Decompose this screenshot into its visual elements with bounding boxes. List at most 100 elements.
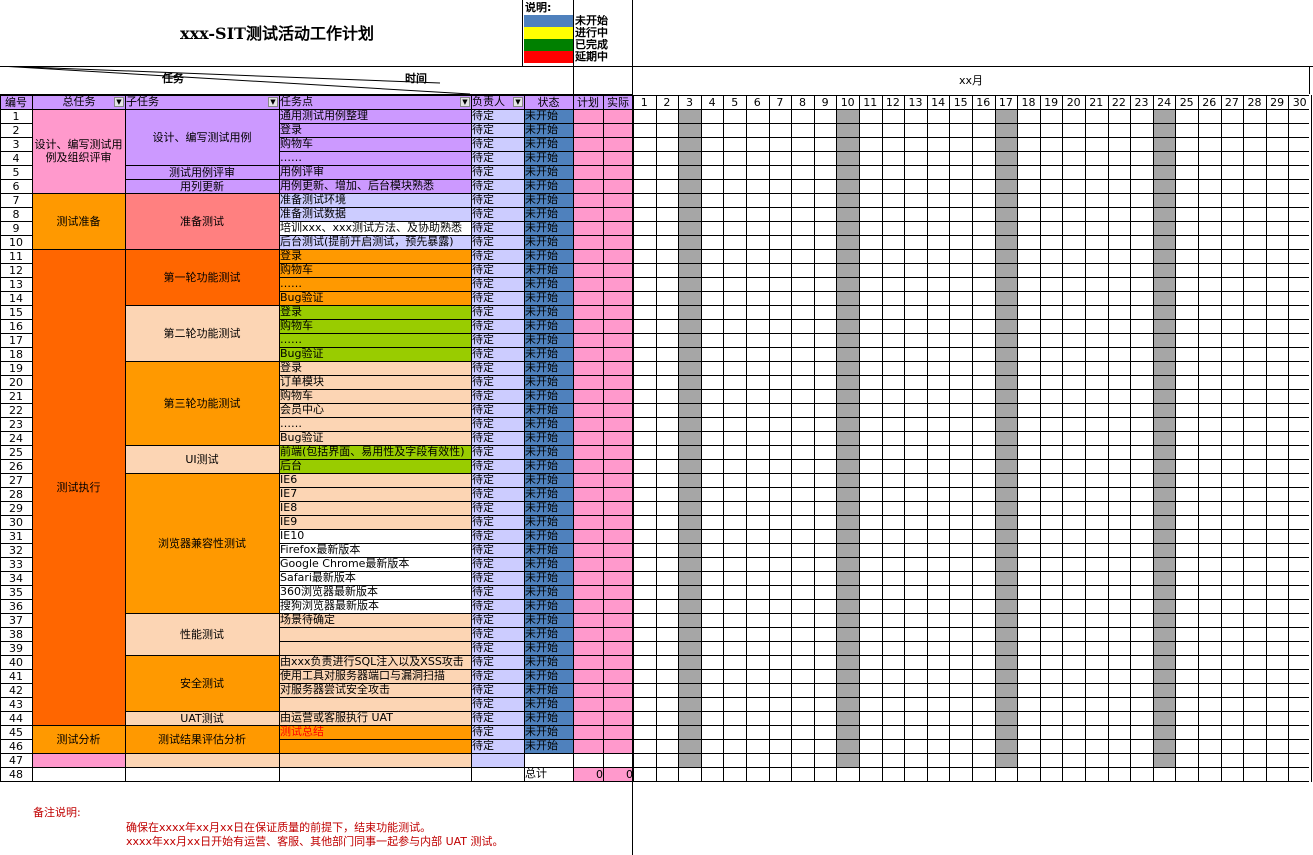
- filter-dropdown-icon[interactable]: ▼: [114, 97, 124, 107]
- plan-cell[interactable]: [573, 319, 603, 333]
- owner-cell[interactable]: 待定: [471, 305, 524, 319]
- plan-cell[interactable]: [573, 137, 603, 151]
- actual-cell[interactable]: [603, 263, 633, 277]
- task-point-cell[interactable]: 会员中心: [279, 403, 471, 417]
- plan-cell[interactable]: [573, 221, 603, 235]
- owner-cell[interactable]: 待定: [471, 109, 524, 123]
- plan-cell[interactable]: [573, 431, 603, 445]
- task-point-cell[interactable]: 购物车: [279, 263, 471, 277]
- status-cell[interactable]: 未开始: [524, 473, 573, 487]
- owner-cell[interactable]: 待定: [471, 515, 524, 529]
- task-point-cell[interactable]: 由运营或客服执行 UAT: [279, 711, 471, 725]
- task-point-cell[interactable]: 培训xxx、xxx测试方法、及协助熟悉: [279, 221, 471, 235]
- actual-cell[interactable]: [603, 291, 633, 305]
- filter-dropdown-icon[interactable]: ▼: [460, 97, 470, 107]
- plan-cell[interactable]: [573, 417, 603, 431]
- col-header-point[interactable]: 任务点 ▼: [279, 95, 471, 109]
- sub-task-cell[interactable]: 第三轮功能测试: [125, 361, 279, 445]
- task-point-cell[interactable]: 后台测试(提前开启测试，预先暴露): [279, 235, 471, 249]
- main-task-cell[interactable]: 测试准备: [32, 193, 125, 249]
- status-cell[interactable]: 未开始: [524, 459, 573, 473]
- task-point-cell[interactable]: 前端(包括界面、易用性及字段有效性): [279, 445, 471, 459]
- sub-task-cell[interactable]: 测试结果评估分析: [125, 725, 279, 753]
- task-point-cell[interactable]: IE9: [279, 515, 471, 529]
- owner-cell[interactable]: 待定: [471, 249, 524, 263]
- actual-cell[interactable]: [603, 347, 633, 361]
- plan-cell[interactable]: [573, 487, 603, 501]
- plan-cell[interactable]: [573, 529, 603, 543]
- sub-task-cell[interactable]: UAT测试: [125, 711, 279, 725]
- actual-cell[interactable]: [603, 515, 633, 529]
- owner-cell[interactable]: 待定: [471, 711, 524, 725]
- actual-cell[interactable]: [603, 571, 633, 585]
- owner-cell[interactable]: 待定: [471, 445, 524, 459]
- actual-cell[interactable]: [603, 669, 633, 683]
- task-point-cell[interactable]: 用例评审: [279, 165, 471, 179]
- actual-cell[interactable]: [603, 151, 633, 165]
- status-cell[interactable]: 未开始: [524, 235, 573, 249]
- actual-cell[interactable]: [603, 725, 633, 739]
- plan-cell[interactable]: [573, 165, 603, 179]
- actual-cell[interactable]: [603, 655, 633, 669]
- status-cell[interactable]: 未开始: [524, 725, 573, 739]
- actual-cell[interactable]: [603, 137, 633, 151]
- owner-cell[interactable]: 待定: [471, 333, 524, 347]
- sub-task-cell[interactable]: 第二轮功能测试: [125, 305, 279, 361]
- plan-cell[interactable]: [573, 739, 603, 753]
- plan-cell[interactable]: [573, 403, 603, 417]
- owner-cell[interactable]: 待定: [471, 151, 524, 165]
- status-cell[interactable]: 未开始: [524, 445, 573, 459]
- owner-cell[interactable]: 待定: [471, 627, 524, 641]
- owner-cell[interactable]: 待定: [471, 459, 524, 473]
- plan-cell[interactable]: [573, 291, 603, 305]
- plan-cell[interactable]: [573, 459, 603, 473]
- plan-cell[interactable]: [573, 445, 603, 459]
- actual-cell[interactable]: [603, 599, 633, 613]
- actual-cell[interactable]: [603, 403, 633, 417]
- owner-cell[interactable]: 待定: [471, 375, 524, 389]
- actual-cell[interactable]: [603, 697, 633, 711]
- status-cell[interactable]: 未开始: [524, 291, 573, 305]
- plan-cell[interactable]: [573, 711, 603, 725]
- status-cell[interactable]: 未开始: [524, 403, 573, 417]
- owner-cell[interactable]: 待定: [471, 263, 524, 277]
- owner-cell[interactable]: 待定: [471, 669, 524, 683]
- actual-cell[interactable]: [603, 473, 633, 487]
- col-header-owner[interactable]: 负责人 ▼: [471, 95, 524, 109]
- actual-cell[interactable]: [603, 389, 633, 403]
- plan-cell[interactable]: [573, 697, 603, 711]
- plan-cell[interactable]: [573, 683, 603, 697]
- owner-cell[interactable]: 待定: [471, 683, 524, 697]
- actual-cell[interactable]: [603, 529, 633, 543]
- actual-cell[interactable]: [603, 417, 633, 431]
- actual-cell[interactable]: [603, 249, 633, 263]
- main-task-cell[interactable]: 测试执行: [32, 249, 125, 725]
- actual-cell[interactable]: [603, 641, 633, 655]
- owner-cell[interactable]: 待定: [471, 193, 524, 207]
- actual-cell[interactable]: [603, 361, 633, 375]
- actual-cell[interactable]: [603, 165, 633, 179]
- task-point-cell[interactable]: 搜狗浏览器最新版本: [279, 599, 471, 613]
- plan-cell[interactable]: [573, 347, 603, 361]
- owner-cell[interactable]: 待定: [471, 543, 524, 557]
- sub-task-cell[interactable]: UI测试: [125, 445, 279, 473]
- actual-cell[interactable]: [603, 109, 633, 123]
- task-point-cell[interactable]: 登录: [279, 305, 471, 319]
- status-cell[interactable]: 未开始: [524, 123, 573, 137]
- status-cell[interactable]: 未开始: [524, 277, 573, 291]
- task-point-cell[interactable]: 测试总结: [279, 725, 471, 739]
- task-point-cell[interactable]: 由xxx负责进行SQL注入以及XSS攻击: [279, 655, 471, 669]
- status-cell[interactable]: 未开始: [524, 683, 573, 697]
- owner-cell[interactable]: 待定: [471, 725, 524, 739]
- owner-cell[interactable]: 待定: [471, 571, 524, 585]
- owner-cell[interactable]: 待定: [471, 529, 524, 543]
- task-point-cell[interactable]: [279, 641, 471, 655]
- status-cell[interactable]: 未开始: [524, 361, 573, 375]
- status-cell[interactable]: 未开始: [524, 165, 573, 179]
- actual-cell[interactable]: [603, 459, 633, 473]
- sub-task-cell[interactable]: [125, 753, 279, 767]
- status-cell[interactable]: [524, 753, 573, 767]
- status-cell[interactable]: 未开始: [524, 417, 573, 431]
- task-point-cell[interactable]: 对服务器尝试安全攻击: [279, 683, 471, 697]
- status-cell[interactable]: 未开始: [524, 627, 573, 641]
